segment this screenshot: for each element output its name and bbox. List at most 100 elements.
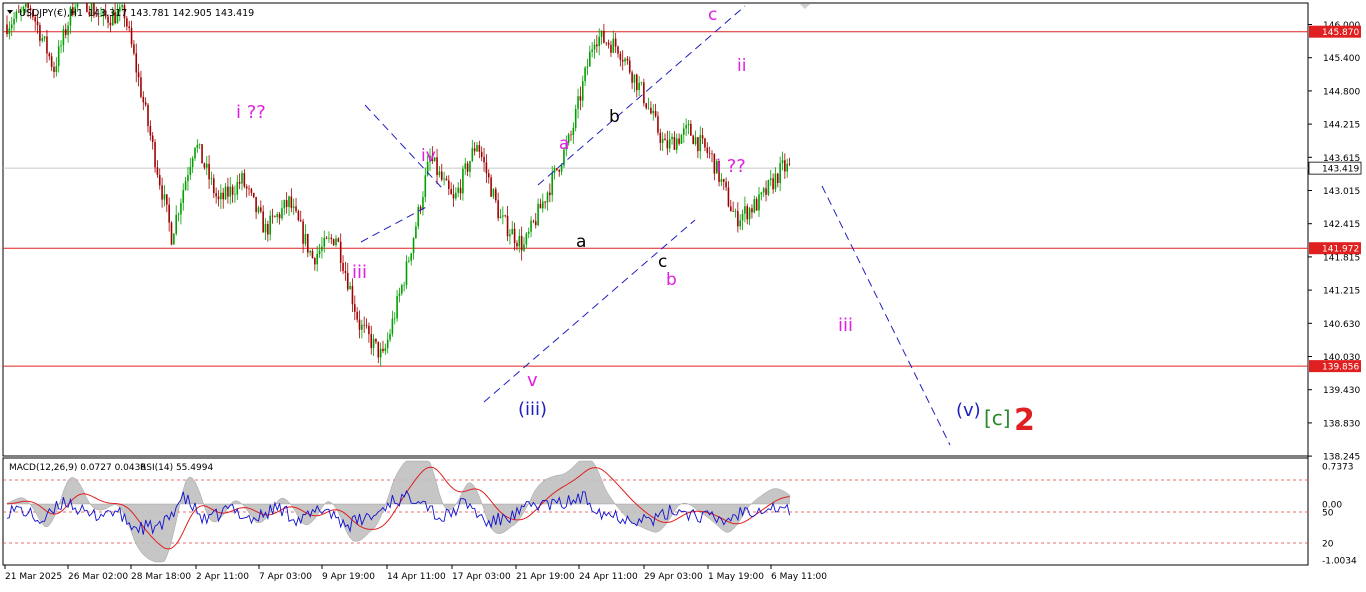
candle-body — [755, 199, 758, 211]
candle-body — [697, 137, 699, 152]
wave-label: iii — [838, 315, 853, 336]
candle-body — [262, 211, 264, 233]
indicator-axis-label: -1.0034 — [1322, 557, 1357, 567]
candle-body — [473, 148, 476, 152]
candle-body — [659, 132, 662, 143]
candle-body — [727, 187, 730, 207]
current-price-tag-label: 143.419 — [1322, 165, 1359, 175]
candle-body — [299, 220, 302, 222]
candle-body — [661, 138, 664, 143]
candle-body — [255, 197, 257, 213]
time-tick-label: 29 Apr 03:00 — [644, 572, 703, 582]
candle-body — [725, 181, 727, 188]
candle-body — [67, 25, 69, 35]
candle-body — [466, 163, 469, 172]
candle-body — [553, 168, 556, 173]
candle-body — [276, 214, 279, 218]
candle-body — [213, 178, 215, 194]
candle-body — [311, 251, 314, 259]
candle-body — [748, 208, 751, 220]
candle-body — [455, 192, 457, 199]
candle-body — [175, 214, 177, 234]
level-price-tag-label: 141.972 — [1322, 245, 1359, 255]
candle-body — [685, 125, 687, 129]
candle-body — [694, 137, 697, 145]
candle-body — [534, 221, 537, 226]
candle-body — [135, 53, 138, 73]
candle-body — [708, 153, 711, 154]
candle-body — [720, 179, 723, 182]
candle-body — [189, 167, 192, 175]
candle-body — [734, 211, 737, 212]
candle-body — [786, 163, 788, 172]
candle-body — [624, 58, 626, 62]
candle-body — [542, 201, 544, 209]
candle-body — [549, 192, 551, 196]
price-tick-label: 144.215 — [1323, 121, 1360, 131]
candle-body — [603, 30, 605, 43]
candle-body — [215, 193, 217, 197]
chart-canvas[interactable]: 146.000145.400144.800144.215143.615143.0… — [0, 0, 1366, 588]
macd-label: MACD(12,26,9) 0.0727 0.0436 — [9, 463, 146, 473]
candle-body — [664, 138, 666, 141]
candle-body — [182, 190, 185, 203]
candle-body — [379, 348, 382, 358]
candle-body — [173, 233, 175, 245]
candle-body — [558, 169, 561, 172]
time-tick-label: 28 Mar 18:00 — [131, 572, 191, 582]
candle-body — [161, 185, 163, 200]
wave-label: c — [658, 252, 667, 272]
wave-label: [c] — [984, 406, 1011, 430]
candle-body — [337, 238, 340, 242]
candle-body — [452, 194, 455, 199]
candle-body — [448, 180, 450, 189]
candle-body — [323, 237, 326, 247]
candle-body — [130, 28, 133, 45]
candle-body — [516, 243, 518, 247]
candle-body — [713, 153, 716, 174]
candle-body — [158, 174, 161, 186]
candle-body — [560, 165, 563, 172]
candle-body — [151, 135, 154, 143]
candle-body — [614, 38, 617, 47]
candle-body — [250, 188, 253, 193]
candle-body — [772, 178, 774, 190]
candle-body — [412, 238, 415, 254]
candle-body — [652, 110, 655, 114]
candle-body — [586, 66, 589, 68]
candle-body — [539, 203, 542, 209]
candle-body — [408, 260, 410, 262]
candle-body — [377, 341, 380, 358]
candle-body — [464, 163, 467, 169]
candle-body — [154, 142, 156, 168]
candle-body — [701, 135, 704, 139]
candle-body — [76, 3, 79, 8]
candle-body — [591, 49, 593, 52]
candle-body — [121, 5, 123, 8]
candle-body — [445, 178, 448, 181]
candle-body — [762, 188, 765, 193]
candle-body — [372, 338, 375, 349]
rsi-label: RSI(14) 55.4994 — [140, 463, 213, 473]
candle-body — [208, 163, 210, 180]
candle-body — [645, 103, 647, 109]
candle-body — [570, 134, 572, 136]
wave-label: iii — [352, 262, 367, 283]
wave-label: c — [708, 5, 717, 25]
candle-body — [257, 207, 260, 213]
candle-body — [210, 178, 213, 180]
symbol-label: USDJPY(€),H1 — [19, 8, 83, 19]
candle-body — [224, 186, 227, 200]
candle-body — [304, 233, 307, 244]
time-tick-label: 26 Mar 02:00 — [68, 572, 128, 582]
time-tick-label: 2 Apr 11:00 — [196, 572, 249, 582]
candle-body — [241, 173, 243, 184]
candle-body — [579, 96, 582, 101]
candle-body — [10, 24, 13, 29]
candle-body — [631, 72, 633, 83]
candle-body — [401, 285, 403, 294]
candle-body — [328, 237, 330, 239]
candle-body — [607, 42, 610, 45]
candle-body — [671, 136, 673, 140]
candle-body — [398, 293, 401, 296]
